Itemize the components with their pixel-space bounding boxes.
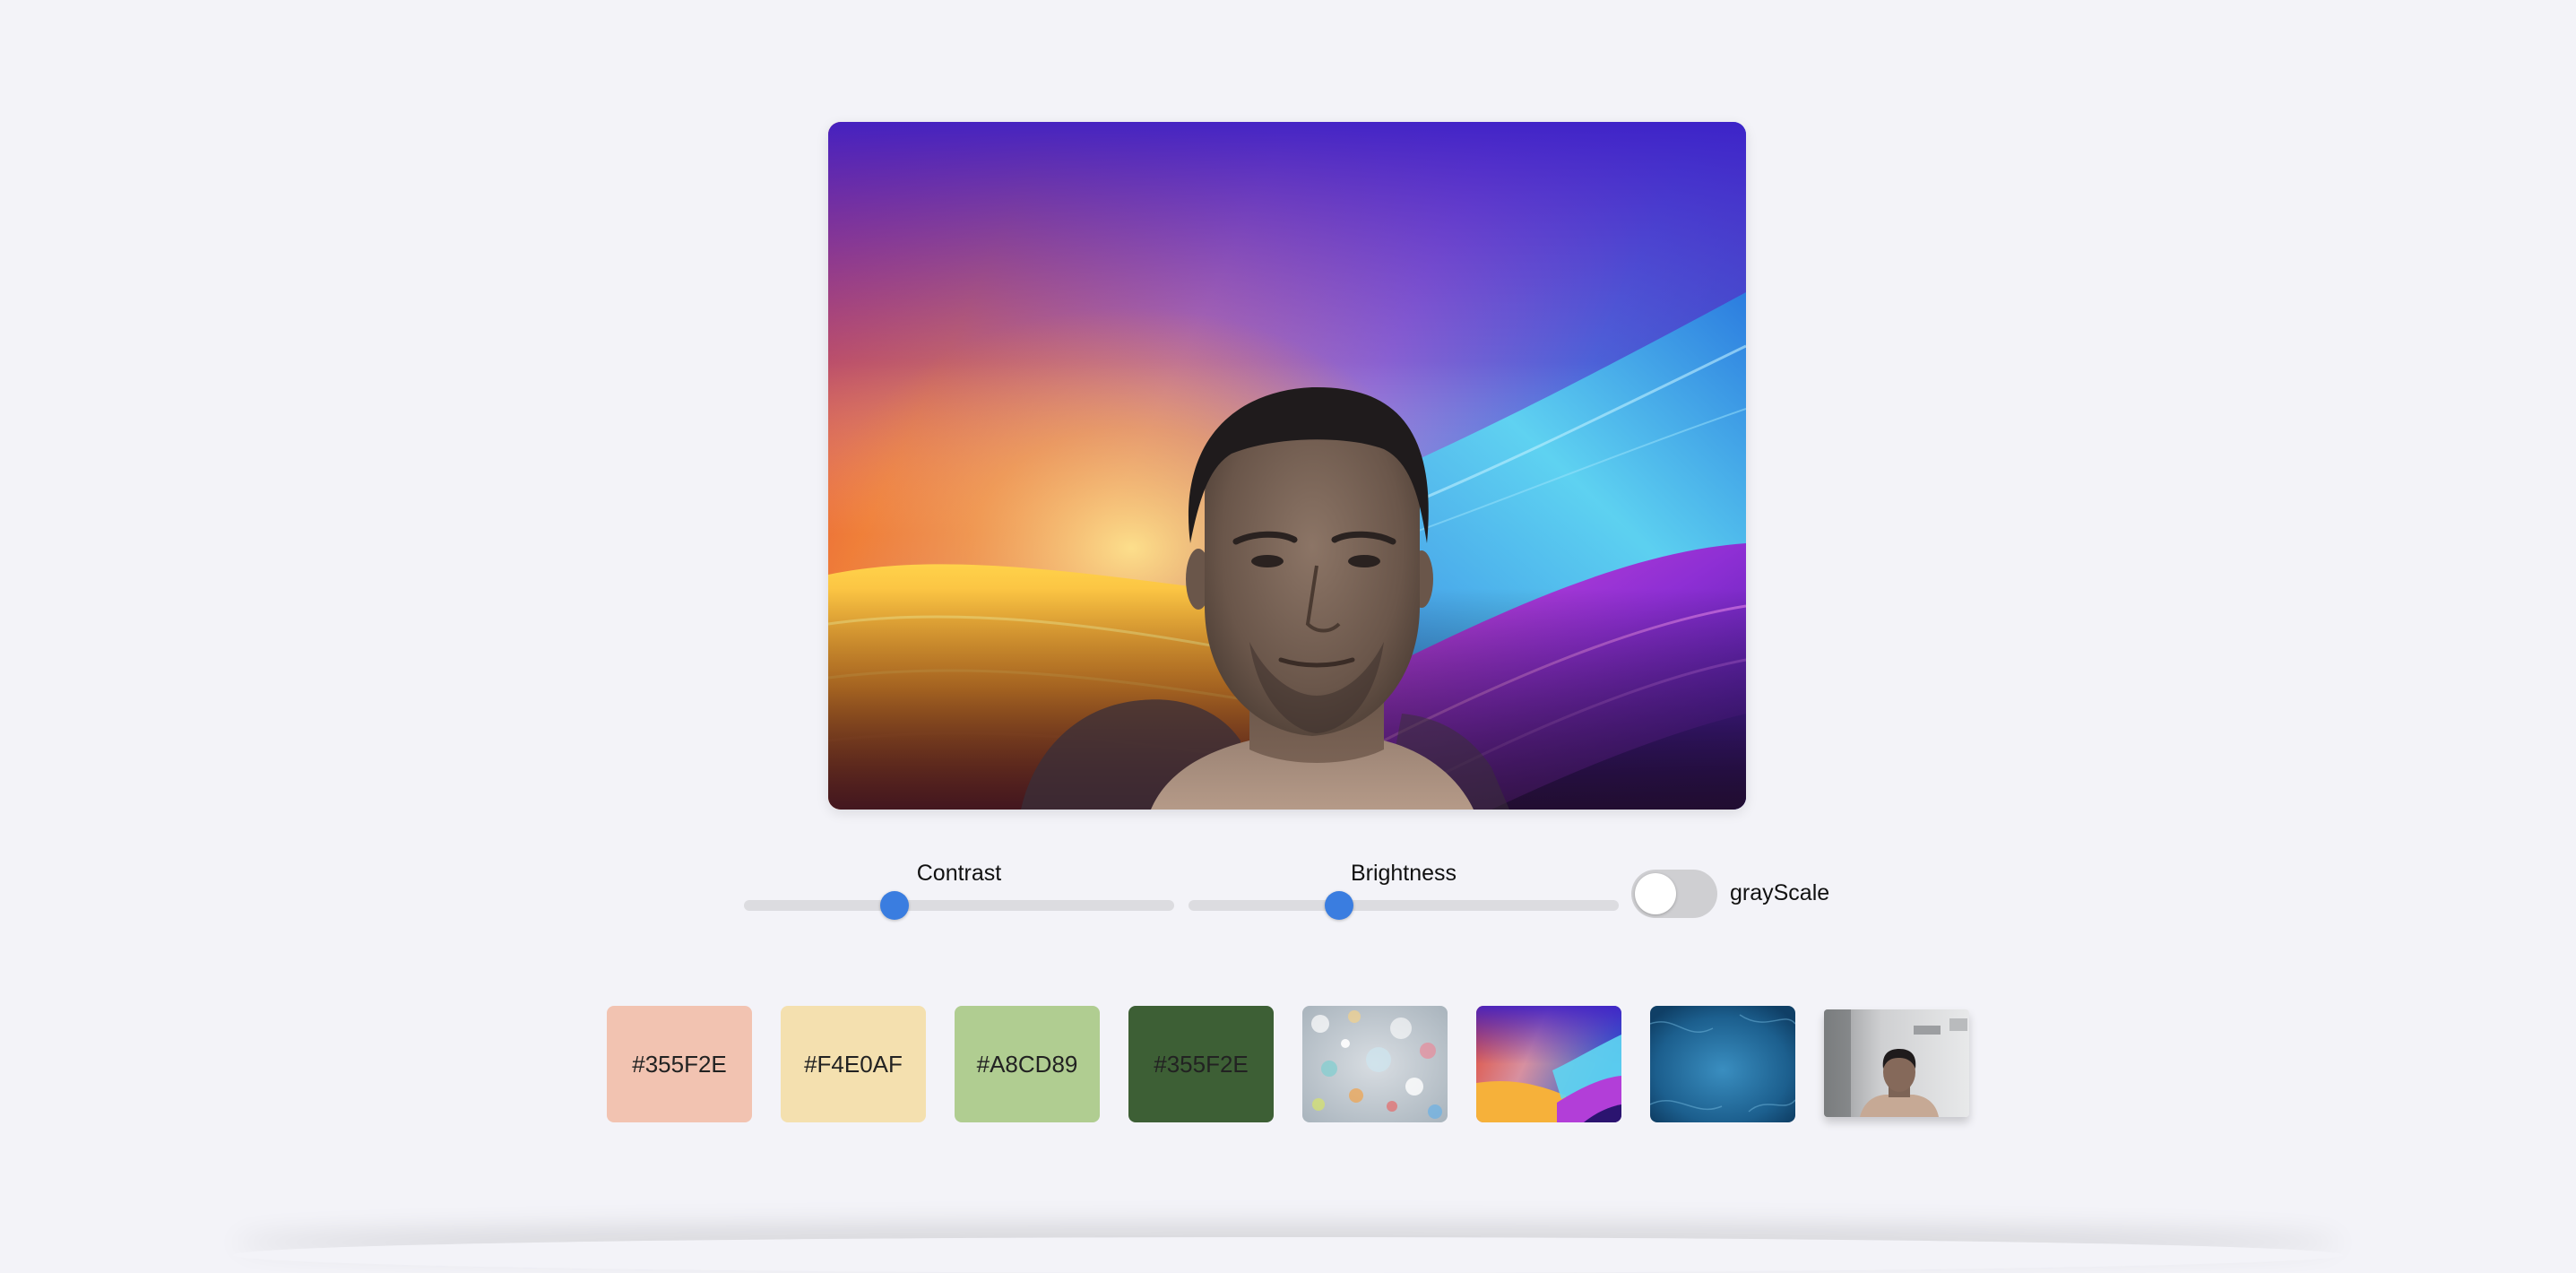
contrast-track[interactable] bbox=[744, 900, 1174, 911]
swatch-color-1-label: #355F2E bbox=[632, 1050, 727, 1078]
grayscale-toggle-knob[interactable] bbox=[1635, 873, 1676, 914]
grayscale-label: grayScale bbox=[1730, 880, 1830, 905]
preview-canvas bbox=[828, 122, 1746, 810]
swatch-color-2[interactable]: #F4E0AF bbox=[781, 1006, 926, 1122]
contrast-slider[interactable]: Contrast bbox=[744, 861, 1174, 920]
blue-texture-image bbox=[1650, 1006, 1795, 1122]
swatch-color-4[interactable]: #355F2E bbox=[1128, 1006, 1274, 1122]
bottom-shadow bbox=[233, 1237, 2343, 1273]
contrast-label: Contrast bbox=[916, 861, 1002, 886]
swatch-blue-image[interactable] bbox=[1650, 1006, 1795, 1122]
swatch-color-1[interactable]: #355F2E bbox=[607, 1006, 752, 1122]
brightness-thumb[interactable] bbox=[1325, 891, 1353, 920]
brightness-slider[interactable]: Brightness bbox=[1189, 861, 1619, 920]
swatch-color-3[interactable]: #A8CD89 bbox=[955, 1006, 1100, 1122]
swatch-color-2-label: #F4E0AF bbox=[804, 1050, 903, 1078]
grayscale-toggle[interactable] bbox=[1631, 870, 1717, 918]
swatch-color-4-label: #355F2E bbox=[1154, 1050, 1249, 1078]
swatch-original-image[interactable] bbox=[1824, 1009, 1969, 1117]
swatch-bokeh-image[interactable] bbox=[1302, 1006, 1448, 1122]
original-camera-image bbox=[1824, 1009, 1969, 1117]
contrast-thumb[interactable] bbox=[880, 891, 909, 920]
colorful-waves-image bbox=[1476, 1006, 1621, 1122]
brightness-label: Brightness bbox=[1350, 861, 1457, 886]
video-preview bbox=[828, 122, 1746, 810]
swatch-waves-image[interactable] bbox=[1476, 1006, 1621, 1122]
swatch-color-3-label: #A8CD89 bbox=[976, 1050, 1078, 1078]
brightness-track[interactable] bbox=[1189, 900, 1619, 911]
bokeh-lights-image bbox=[1302, 1006, 1448, 1122]
